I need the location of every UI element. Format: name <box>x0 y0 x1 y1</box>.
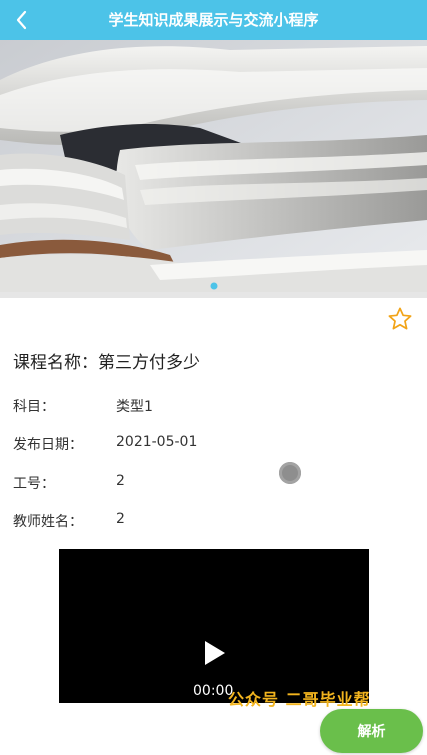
carousel-indicator-active <box>210 282 218 290</box>
field-subject-value: 类型1 <box>116 399 153 415</box>
page-title: 学生知识成果展示与交流小程序 <box>108 11 319 29</box>
books-image <box>0 40 427 292</box>
watermark: 公众号 二哥毕业帮 <box>228 690 371 709</box>
course-title: 课程名称： 第三方付多少 <box>13 348 200 373</box>
floating-dot <box>279 462 301 484</box>
star-outline-icon <box>388 307 412 330</box>
video-player[interactable]: 00:00 <box>59 549 369 703</box>
field-publish-date-label: 发布日期： <box>13 437 83 453</box>
field-publish-date-value: 2021-05-01 <box>116 434 198 450</box>
course-title-label: 课程名称： <box>13 353 98 373</box>
play-icon <box>205 641 225 665</box>
favorite-button[interactable] <box>387 306 413 332</box>
play-button[interactable] <box>201 638 229 668</box>
top-bar: 学生知识成果展示与交流小程序 <box>0 0 427 40</box>
field-teacher-name-value: 2 <box>116 511 125 527</box>
field-subject-label: 科目： <box>13 399 55 415</box>
banner-carousel[interactable] <box>0 40 427 292</box>
field-employee-id-value: 2 <box>116 473 125 489</box>
analysis-button[interactable]: 解析 <box>320 709 423 753</box>
field-employee-id-label: 工号： <box>13 476 55 492</box>
course-title-value: 第三方付多少 <box>98 353 200 373</box>
divider <box>0 292 427 298</box>
field-teacher-name-label: 教师姓名： <box>13 514 83 530</box>
